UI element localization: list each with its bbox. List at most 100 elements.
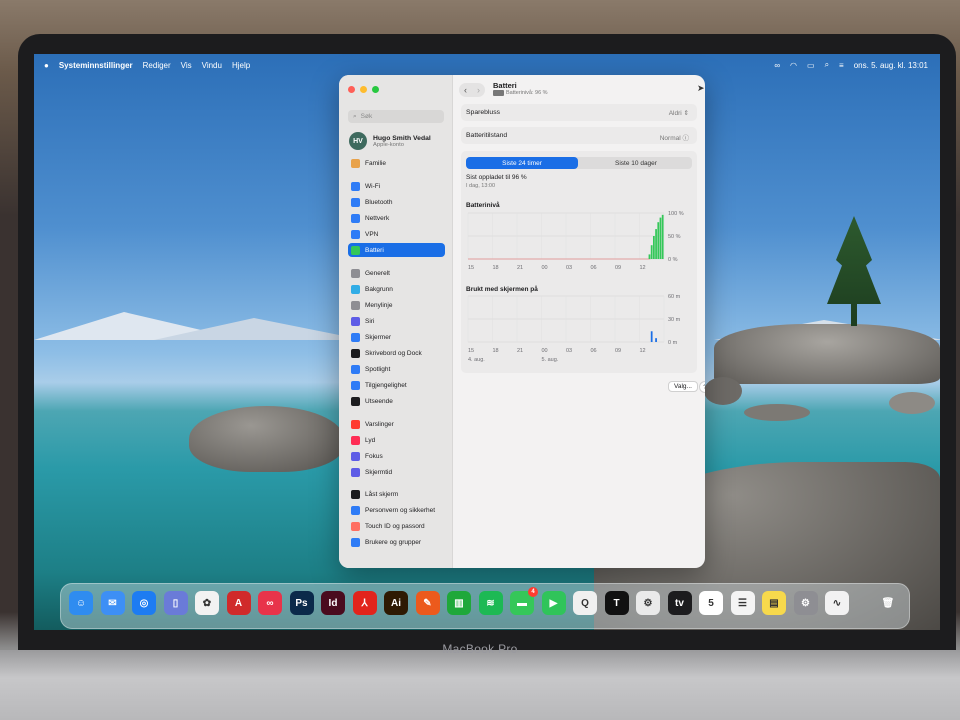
sidebar-item-siri[interactable]: Siri <box>348 314 445 328</box>
menu-view[interactable]: Vis <box>181 61 192 70</box>
last-charged-time: I dag, 13:00 <box>466 183 496 189</box>
minimize-button[interactable] <box>360 86 367 93</box>
photo-booth-icon[interactable]: ⚙ <box>636 591 660 615</box>
sidebar-item-spotlight[interactable]: Spotlight <box>348 362 445 376</box>
app-menu[interactable]: Systeminnstillinger <box>59 61 133 70</box>
sidebar-item-sound[interactable]: Lyd <box>348 433 445 447</box>
acrobat-cad-icon[interactable]: A <box>226 591 251 615</box>
battery-status-icon[interactable]: ▭ <box>807 61 815 70</box>
battery-health-value[interactable]: Normal ⓘ <box>660 132 689 142</box>
sidebar-item-screentime[interactable]: Skjermtid <box>348 465 445 479</box>
sidebar-item-users[interactable]: Brukere og grupper <box>348 535 445 549</box>
acrobat-icon[interactable]: ⅄ <box>352 591 377 615</box>
menubar-clock[interactable]: ons. 5. aug. kl. 13:01 <box>854 61 928 70</box>
sidebar-item-label: Varslinger <box>365 420 394 428</box>
creative-cloud-status-icon[interactable]: ∞ <box>774 61 780 70</box>
creative-cloud-icon[interactable]: ∞ <box>258 591 282 615</box>
reminders-icon[interactable]: ☰ <box>730 591 755 615</box>
preview-icon[interactable]: ▯ <box>163 591 188 615</box>
indesign-icon[interactable]: Id <box>321 591 345 615</box>
sidebar-item-display[interactable]: Skjermer <box>348 330 445 344</box>
search-input[interactable]: ⌕ Søk <box>348 110 444 123</box>
sidebar-item-notifications[interactable]: Varslinger <box>348 417 445 431</box>
menu-window[interactable]: Vindu <box>202 61 222 70</box>
sidebar-item-menubar[interactable]: Menylinje <box>348 298 445 312</box>
sidebar-item-focus[interactable]: Fokus <box>348 449 445 463</box>
sidebar-item-battery[interactable]: Batteri <box>348 243 445 257</box>
control-center-icon[interactable]: ≡ <box>839 61 844 70</box>
sidebar-item-label: Lyd <box>365 436 376 444</box>
y-tick-label: 50 % <box>668 234 681 240</box>
boulder <box>189 406 344 472</box>
illustrator-icon[interactable]: Ai <box>384 591 408 615</box>
close-button[interactable] <box>348 86 355 93</box>
sidebar-item-label: Skrivebord og Dock <box>365 349 422 357</box>
sidebar-item-touchid[interactable]: Touch ID og passord <box>348 519 445 533</box>
messages-icon[interactable]: ▬ 4 <box>510 587 538 615</box>
low-power-select[interactable]: Aldri ⇕ <box>669 109 689 117</box>
battery-small-icon <box>493 90 504 96</box>
sidebar-item-vpn[interactable]: VPN <box>348 227 445 241</box>
x-tick-label: 12 <box>640 265 646 271</box>
calendar-icon[interactable]: 5 <box>699 591 723 615</box>
menu-edit[interactable]: Rediger <box>143 61 171 70</box>
sidebar: ⌕ Søk HV Hugo Smith Vedal Apple-konto Fa… <box>339 75 453 568</box>
account-row[interactable]: HV Hugo Smith Vedal Apple-konto <box>349 132 431 150</box>
numbers-icon[interactable]: ▥ <box>447 591 471 615</box>
x-tick-label: 15 <box>468 348 474 354</box>
facetime-icon[interactable]: ▶ <box>541 591 566 615</box>
chart-bar <box>659 217 662 259</box>
sidebar-item-dock[interactable]: Skrivebord og Dock <box>348 346 445 360</box>
sidebar-item-wallpaper[interactable]: Bakgrunn <box>348 282 445 296</box>
apple-tv-icon[interactable]: tv <box>667 591 692 615</box>
y-tick-label: 30 m <box>668 317 681 323</box>
sidebar-item-lock-screen[interactable]: Låst skjerm <box>348 487 445 501</box>
sidebar-item-appearance[interactable]: Utseende <box>348 394 445 408</box>
low-power-label: Sparebluss <box>466 109 501 116</box>
typeface-icon[interactable]: T <box>604 591 629 615</box>
tab-24h[interactable]: Siste 24 timer <box>466 157 578 169</box>
notifications-icon <box>351 419 360 429</box>
accessibility-icon <box>351 380 360 390</box>
sidebar-item-accessibility[interactable]: Tilgjengelighet <box>348 378 445 392</box>
wifi-status-icon[interactable]: ◠ <box>790 61 797 70</box>
focus-icon <box>351 451 360 461</box>
time-range-control: Siste 24 timer Siste 10 dager <box>466 157 692 169</box>
safari-icon[interactable]: ◎ <box>132 591 156 615</box>
trash-icon[interactable]: 🗑 <box>876 591 900 615</box>
search-status-icon[interactable]: ⌕ <box>825 60 829 70</box>
options-button[interactable]: Valg... <box>668 381 698 392</box>
help-button[interactable]: ? <box>699 381 705 393</box>
y-tick-label: 60 m <box>668 294 681 300</box>
menu-help[interactable]: Hjelp <box>232 61 250 70</box>
finder-icon[interactable]: ☺ <box>69 591 93 615</box>
zoom-button[interactable] <box>372 86 379 93</box>
sidebar-item-label: Fokus <box>365 452 383 460</box>
chart-bar <box>650 245 653 259</box>
sidebar-item-bluetooth[interactable]: Bluetooth <box>348 195 445 209</box>
chart-bar <box>652 236 655 259</box>
touchid-icon <box>351 521 360 531</box>
x-tick-label: 21 <box>517 348 523 354</box>
freeform-icon[interactable]: ∿ <box>825 591 849 615</box>
back-icon[interactable]: ‹ <box>464 85 467 95</box>
wifi-icon <box>351 181 360 191</box>
tab-10d[interactable]: Siste 10 dager <box>580 157 692 169</box>
sidebar-item-privacy[interactable]: Personvern og sikkerhet <box>348 503 445 517</box>
sidebar-item-wifi[interactable]: Wi-Fi <box>348 179 445 193</box>
spotify-icon[interactable]: ≋ <box>478 591 503 615</box>
system-settings-icon[interactable]: ⚙ <box>793 591 818 615</box>
forward-icon[interactable]: › <box>477 85 480 95</box>
photoshop-icon[interactable]: Ps <box>289 591 314 615</box>
pencil-app-icon[interactable]: ✎ <box>415 591 440 615</box>
sidebar-item-gear[interactable]: Generelt <box>348 266 445 280</box>
qgis-icon[interactable]: Q <box>573 591 597 615</box>
sidebar-item-globe[interactable]: Nettverk <box>348 211 445 225</box>
photos-icon[interactable]: ✿ <box>195 591 219 615</box>
notes-icon[interactable]: ▤ <box>762 591 786 615</box>
battery-level-text: Batterinivå: 96 % <box>506 90 548 96</box>
sound-icon <box>351 435 360 445</box>
sidebar-item-family[interactable]: Familie <box>348 156 445 170</box>
apple-icon[interactable]: ● <box>44 61 49 70</box>
mail-icon[interactable]: ✉ <box>100 591 125 615</box>
